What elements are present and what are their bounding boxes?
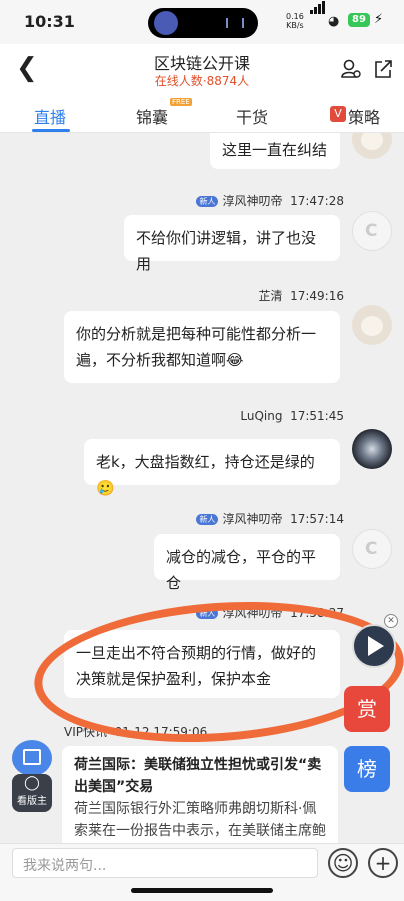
- online-value: 8874人: [206, 74, 250, 88]
- message-user: 淳风神叨帝: [222, 512, 283, 526]
- wifi-icon: ◕: [328, 14, 340, 29]
- vip-news-headline: 荷兰国际：美联储独立性担忧或引发“卖出美国”交易: [74, 757, 322, 795]
- close-icon[interactable]: ✕: [384, 614, 398, 628]
- reward-button[interactable]: 赏: [344, 686, 390, 732]
- user-avatar[interactable]: [352, 305, 392, 345]
- user-avatar[interactable]: [352, 529, 392, 569]
- news-list-icon: [12, 740, 52, 776]
- free-badge: FREE: [170, 98, 192, 106]
- message-bubble: 你的分析就是把每种可能性都分析一遍，不分析我都知道啊😂: [64, 311, 340, 383]
- status-bar: 10:31 0.16 KB/s ◕ 89 ⚡: [0, 0, 404, 44]
- person-icon: ◯: [24, 775, 40, 791]
- message-time: 17:47:28: [290, 194, 344, 208]
- message-time: 17:51:45: [290, 409, 344, 423]
- share-icon[interactable]: [372, 58, 394, 80]
- audio-wave-icon: [226, 18, 244, 28]
- message-user: 淳风神叨帝: [222, 194, 283, 208]
- rank-button[interactable]: 榜: [344, 746, 390, 792]
- network-speed: 0.16 KB/s: [286, 12, 304, 30]
- tab-bar: 直播 锦囊 FREE 干货 V 策略: [0, 96, 404, 133]
- message-meta: LuQing 17:51:45: [200, 409, 344, 423]
- live-activity-avatar: [154, 11, 178, 35]
- online-label: 在线人数: [154, 74, 203, 88]
- plus-icon[interactable]: +: [368, 848, 398, 878]
- tab-strategy[interactable]: 策略: [348, 104, 380, 128]
- newbie-badge: 新人: [196, 514, 219, 525]
- emoji-icon[interactable]: ☺: [328, 848, 358, 878]
- message-input[interactable]: 我来说两句...: [12, 848, 318, 878]
- host-button[interactable]: ◯ 看版主: [12, 740, 52, 812]
- message-meta: 新人 淳风神叨帝 17:57:14: [180, 510, 344, 527]
- user-avatar[interactable]: [352, 211, 392, 251]
- message-time: 17:57:14: [290, 512, 344, 526]
- message-bubble: 不给你们讲逻辑，讲了也没用: [124, 215, 340, 273]
- user-avatar[interactable]: [352, 133, 392, 159]
- active-tab-indicator: [32, 129, 70, 132]
- message-bubble: 这里一直在纠结: [210, 133, 340, 169]
- host-label-box: ◯ 看版主: [12, 774, 52, 812]
- user-settings-icon[interactable]: [340, 58, 362, 80]
- message-user: LuQing: [240, 409, 283, 423]
- home-indicator: [131, 888, 273, 893]
- bottom-bar: 我来说两句... ☺ +: [0, 843, 404, 901]
- page-header: ❮ 区块链公开课 在线人数·8874人: [0, 44, 404, 96]
- message-meta: 芷清 17:49:16: [200, 287, 344, 304]
- tab-tips[interactable]: 锦囊: [136, 104, 168, 128]
- status-time: 10:31: [24, 12, 75, 31]
- message-bubble: 老k，大盘指数红，持仓还是绿的🥲: [84, 439, 340, 497]
- message-bubble: 减仓的减仓，平仓的平仓: [154, 534, 340, 592]
- network-speed-value: 0.16: [286, 12, 304, 21]
- message-user: 芷清: [258, 289, 283, 303]
- tab-live[interactable]: 直播: [34, 104, 66, 128]
- vip-news-body: 荷兰国际银行外汇策略师弗朗切斯科·佩索莱在一份报告中表示，在美联储主席鲍: [74, 801, 326, 839]
- user-avatar[interactable]: [352, 429, 392, 469]
- newbie-badge: 新人: [196, 196, 219, 207]
- network-speed-unit: KB/s: [286, 21, 304, 30]
- dynamic-island: [148, 8, 258, 38]
- play-icon[interactable]: [352, 624, 396, 668]
- tab-content[interactable]: 干货: [236, 104, 268, 128]
- vip-badge: V: [330, 106, 346, 122]
- battery-indicator: 89: [348, 13, 370, 27]
- message-time: 17:49:16: [290, 289, 344, 303]
- vip-news-card[interactable]: 荷兰国际：美联储独立性担忧或引发“卖出美国”交易 荷兰国际银行外汇策略师弗朗切斯…: [62, 746, 338, 843]
- charging-icon: ⚡: [374, 12, 384, 27]
- host-label: 看版主: [17, 796, 47, 807]
- message-meta: 新人 淳风神叨帝 17:47:28: [180, 192, 344, 209]
